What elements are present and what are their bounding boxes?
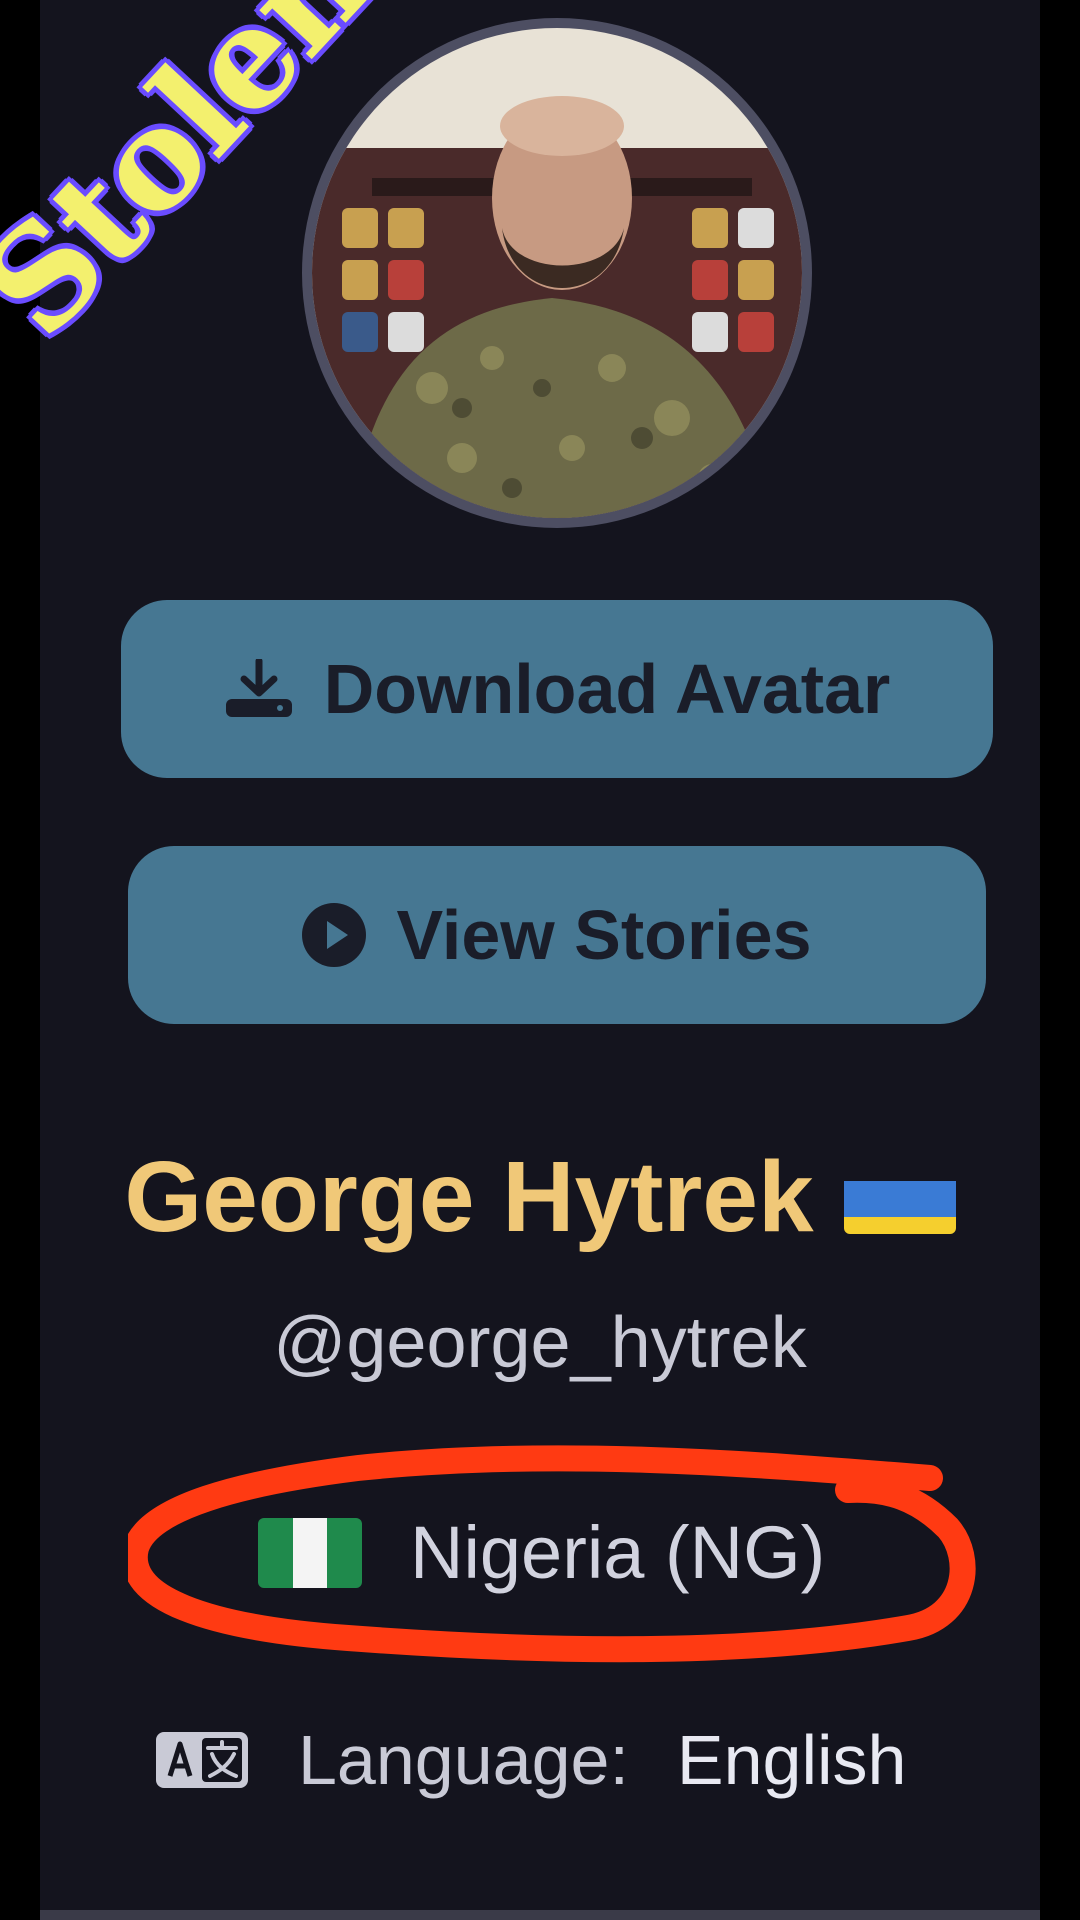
view-stories-button[interactable]: View Stories [128,846,986,1024]
nigeria-flag-icon [258,1517,362,1588]
download-avatar-button[interactable]: Download Avatar [121,600,993,778]
download-icon [224,659,294,719]
avatar[interactable] [302,18,812,528]
language-value: English [676,1721,907,1799]
username-handle: @george_hytrek [273,1303,807,1383]
play-circle-icon [302,903,367,967]
country-row: Nigeria (NG) [258,1510,825,1595]
avatar-photo [312,28,802,518]
profile-name: George Hytrek [40,1140,1040,1255]
download-avatar-label: Download Avatar [323,650,891,728]
view-stories-label: View Stories [396,896,812,974]
profile-page: Stolen Download Avatar View Stories Geor… [0,0,1080,1920]
display-name: George Hytrek [124,1141,814,1253]
translate-icon [156,1732,248,1788]
language-label: Language: [298,1721,629,1799]
bottom-divider [40,1910,1040,1920]
language-row: Language: English [156,1720,907,1800]
country-label: Nigeria (NG) [410,1511,826,1594]
ukraine-flag-icon [843,1162,956,1234]
